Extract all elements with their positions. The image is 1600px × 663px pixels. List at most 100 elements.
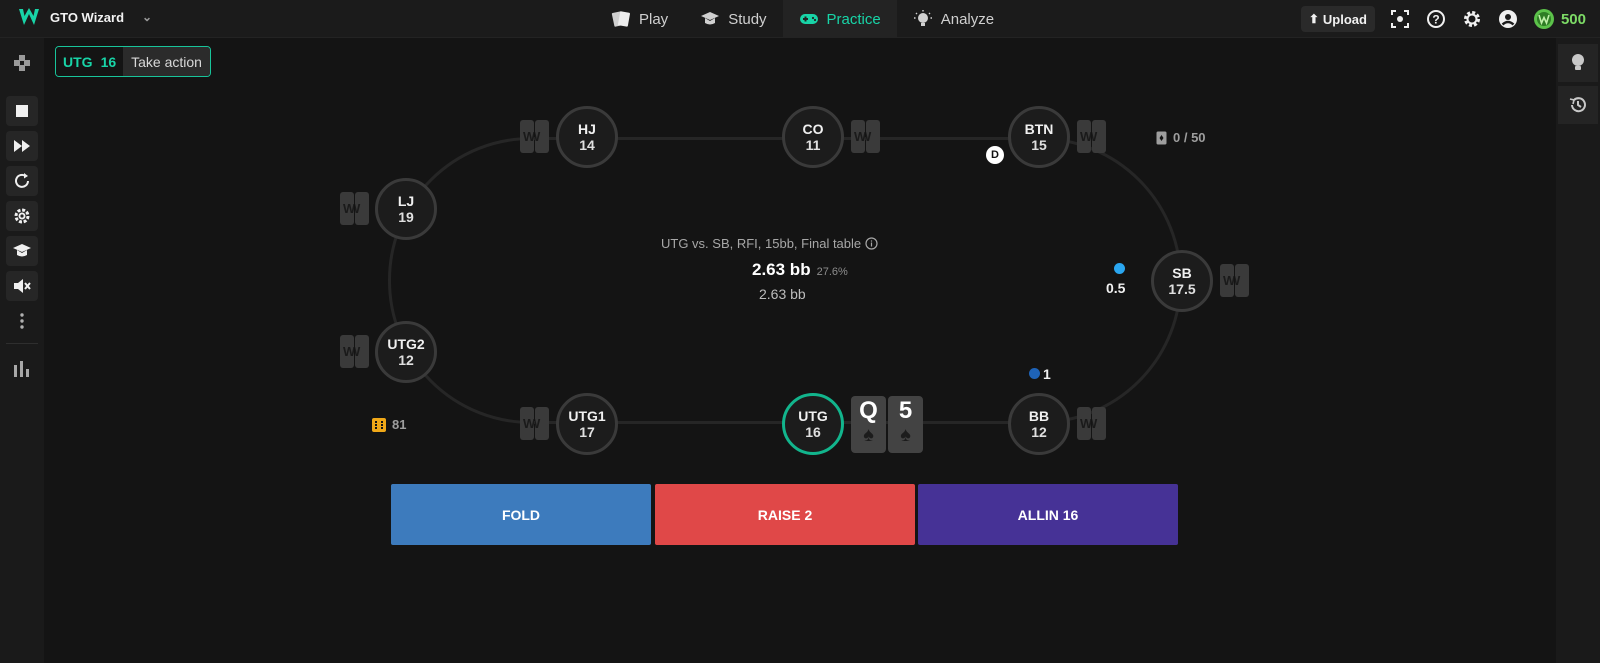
settings-gear-icon[interactable] bbox=[1461, 8, 1483, 30]
top-bar: GTO Wizard ⌄ Play Study Practice Analyze… bbox=[0, 0, 1600, 38]
settings-gear-icon bbox=[14, 208, 30, 224]
fold-button[interactable]: FOLD bbox=[391, 484, 651, 545]
streak-count: 81 bbox=[392, 417, 407, 432]
spot-info-text: UTG vs. SB, RFI, 15bb, Final table bbox=[661, 236, 862, 251]
status-text: Take action bbox=[123, 47, 210, 76]
chevron-down-icon[interactable]: ⌄ bbox=[142, 10, 152, 24]
gamepad-icon bbox=[799, 14, 818, 24]
study-mode-button[interactable] bbox=[6, 236, 38, 266]
allin-button[interactable]: ALLIN 16 bbox=[918, 484, 1178, 545]
card-icon bbox=[1156, 131, 1167, 144]
card-rank: Q bbox=[859, 397, 878, 424]
dice-icon bbox=[372, 417, 386, 432]
screenshot-icon[interactable] bbox=[1389, 8, 1411, 30]
nav-study[interactable]: Study bbox=[684, 0, 782, 38]
seat-stack: 11 bbox=[805, 137, 821, 153]
info-icon[interactable] bbox=[865, 237, 878, 250]
gto-wizard-logo-icon bbox=[19, 8, 39, 25]
spade-suit-icon: ♠ bbox=[863, 424, 874, 446]
rail-settings-button[interactable] bbox=[6, 201, 38, 231]
account-icon[interactable] bbox=[1497, 8, 1519, 30]
stop-button[interactable] bbox=[6, 96, 38, 126]
bb-chip-icon bbox=[1029, 368, 1040, 379]
seat-sb[interactable]: SB 17.5 bbox=[1151, 250, 1213, 312]
seat-position: UTG bbox=[798, 408, 828, 424]
sound-toggle-button[interactable] bbox=[6, 271, 38, 301]
right-toolbar bbox=[1556, 38, 1600, 663]
cardback: W bbox=[1092, 120, 1106, 153]
status-position-label: UTG bbox=[63, 53, 93, 70]
seat-stack: 19 bbox=[398, 209, 414, 225]
left-toolbar bbox=[0, 38, 44, 663]
pot-sub: 2.63 bb bbox=[759, 286, 806, 302]
status-position: UTG 16 bbox=[56, 47, 124, 76]
hole-card: 5 ♠ bbox=[888, 396, 923, 453]
raise-button[interactable]: RAISE 2 bbox=[655, 484, 915, 545]
fast-forward-button[interactable] bbox=[6, 131, 38, 161]
seat-position: SB bbox=[1172, 265, 1192, 281]
seat-position: BB bbox=[1028, 408, 1050, 424]
seat-stack: 17 bbox=[579, 424, 595, 440]
seat-stack: 12 bbox=[1031, 424, 1047, 440]
cardback: W bbox=[520, 120, 534, 153]
nav-play-label: Play bbox=[639, 10, 669, 28]
more-options-icon[interactable] bbox=[6, 306, 38, 336]
seat-lj[interactable]: LJ 19 bbox=[375, 178, 437, 240]
nav-play[interactable]: Play bbox=[595, 0, 684, 38]
pot-main: 2.63 bb bbox=[752, 260, 811, 279]
coin-icon bbox=[1533, 9, 1554, 29]
fast-forward-icon bbox=[14, 140, 30, 152]
poker-table bbox=[388, 137, 1182, 424]
lightbulb-icon bbox=[913, 10, 932, 26]
seat-position: HJ bbox=[578, 121, 596, 137]
header-tools: ⬆ Upload ? 500 bbox=[1300, 6, 1586, 32]
nav-analyze[interactable]: Analyze bbox=[897, 0, 1010, 38]
seat-hj[interactable]: HJ 14 bbox=[556, 106, 618, 168]
cards-icon bbox=[611, 11, 630, 27]
nav-study-label: Study bbox=[728, 10, 767, 28]
dealer-button: D bbox=[986, 146, 1004, 164]
help-icon[interactable]: ? bbox=[1425, 8, 1447, 30]
refresh-icon bbox=[15, 173, 29, 188]
seat-position: LJ bbox=[397, 193, 415, 209]
nav-practice[interactable]: Practice bbox=[782, 0, 897, 38]
seat-utg-hero[interactable]: UTG 16 bbox=[782, 393, 844, 455]
sb-bet: 0.5 bbox=[1106, 280, 1126, 296]
seat-position: BTN bbox=[1024, 121, 1054, 137]
seat-stack: 15 bbox=[1031, 137, 1047, 153]
upload-label: Upload bbox=[1322, 11, 1367, 27]
seat-bb[interactable]: BB 12 bbox=[1008, 393, 1070, 455]
seat-stack: 14 bbox=[579, 137, 595, 153]
svg-text:?: ? bbox=[1432, 13, 1439, 27]
coin-balance[interactable]: 500 bbox=[1533, 8, 1586, 30]
mute-icon bbox=[14, 279, 31, 293]
pot-percent: 27.6% bbox=[816, 266, 848, 278]
pot-display: 2.63 bb 27.6% bbox=[752, 260, 848, 280]
cardback: W bbox=[355, 335, 369, 368]
history-icon[interactable] bbox=[1558, 86, 1598, 124]
nav-analyze-label: Analyze bbox=[940, 10, 995, 28]
app-name: GTO Wizard bbox=[50, 9, 125, 25]
cardback: W bbox=[355, 192, 369, 225]
streak-counter: 81 bbox=[372, 417, 406, 432]
rail-divider bbox=[6, 343, 38, 344]
hint-lightbulb-icon[interactable] bbox=[1558, 44, 1598, 82]
seat-stack: 16 bbox=[805, 424, 821, 440]
app-brand[interactable]: GTO Wizard ⌄ bbox=[18, 8, 152, 26]
seat-utg1[interactable]: UTG1 17 bbox=[556, 393, 618, 455]
main-nav: Play Study Practice Analyze bbox=[595, 0, 1010, 38]
spot-info: UTG vs. SB, RFI, 15bb, Final table bbox=[661, 236, 878, 251]
seat-btn[interactable]: BTN 15 bbox=[1008, 106, 1070, 168]
cardback: W bbox=[1092, 407, 1106, 440]
graduation-cap-icon bbox=[701, 12, 720, 25]
stats-chart-icon[interactable] bbox=[6, 353, 38, 383]
gamepad-mode-icon[interactable] bbox=[6, 48, 38, 78]
seat-position: CO bbox=[802, 121, 824, 137]
seat-utg2[interactable]: UTG2 12 bbox=[375, 321, 437, 383]
seat-co[interactable]: CO 11 bbox=[782, 106, 844, 168]
sb-chip-icon bbox=[1114, 263, 1125, 274]
restart-button[interactable] bbox=[6, 166, 38, 196]
upload-button[interactable]: ⬆ Upload bbox=[1300, 6, 1375, 32]
cardback: W bbox=[535, 120, 549, 153]
cardback: W bbox=[866, 120, 880, 153]
